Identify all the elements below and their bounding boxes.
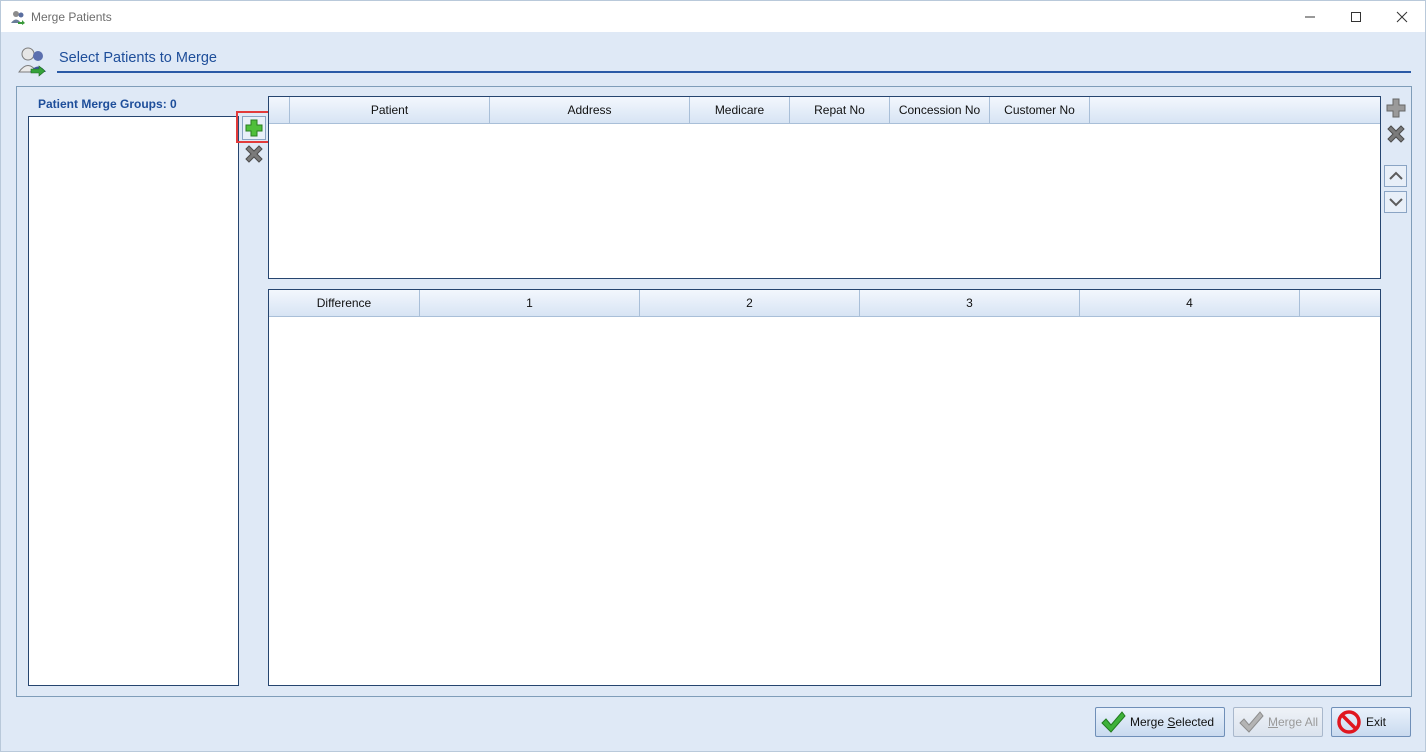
merge-selected-button[interactable]: Merge Selected [1095,707,1225,737]
delete-icon [1387,125,1405,143]
column-header-1[interactable]: 1 [420,290,640,316]
difference-table-header: Difference 1 2 3 4 [269,290,1380,317]
minimize-icon [1305,16,1315,17]
check-icon [1239,711,1264,733]
column-header-patient[interactable]: Patient [290,97,490,123]
column-header-repat-no[interactable]: Repat No [790,97,890,123]
merge-groups-label: Patient Merge Groups: 0 [38,97,177,111]
move-up-button[interactable] [1384,165,1407,187]
patients-table[interactable]: Patient Address Medicare Repat No Conces… [268,96,1381,279]
column-header-difference[interactable]: Difference [269,290,420,316]
merge-groups-list[interactable] [28,116,239,686]
add-patient-button[interactable] [1384,96,1408,120]
title-bar: Merge Patients [1,1,1425,32]
column-header-4[interactable]: 4 [1080,290,1300,316]
merge-all-label: Merge All [1268,715,1319,729]
patients-table-header: Patient Address Medicare Repat No Conces… [269,97,1380,124]
add-icon [245,119,263,137]
exit-button[interactable]: Exit [1331,707,1411,737]
column-header-select[interactable] [269,97,290,123]
maximize-icon [1351,11,1361,22]
merge-all-button[interactable]: Merge All [1233,707,1323,737]
header-divider [57,71,1411,73]
no-entry-icon [1337,710,1361,734]
move-up-icon [1388,171,1403,180]
exit-label: Exit [1366,715,1387,729]
close-button[interactable] [1379,1,1425,32]
minimize-button[interactable] [1287,1,1333,32]
move-down-icon [1388,198,1403,207]
merge-selected-label: Merge Selected [1130,715,1215,729]
merge-patients-window: Merge Patients Select Patients to Merge … [0,0,1426,752]
move-down-button[interactable] [1384,191,1407,213]
remove-patient-button[interactable] [1384,122,1408,146]
close-icon [1396,11,1408,22]
window-title: Merge Patients [31,10,112,24]
page-title: Select Patients to Merge [59,50,217,66]
delete-group-button[interactable] [242,142,266,166]
check-icon [1101,711,1126,733]
column-header-medicare[interactable]: Medicare [690,97,790,123]
patients-app-icon [11,11,25,25]
column-header-address[interactable]: Address [490,97,690,123]
maximize-button[interactable] [1333,1,1379,32]
column-header-2[interactable]: 2 [640,290,860,316]
difference-table[interactable]: Difference 1 2 3 4 [268,289,1381,686]
delete-icon [245,145,263,163]
column-header-3[interactable]: 3 [860,290,1080,316]
patients-icon [18,47,46,77]
add-group-button[interactable] [242,116,266,140]
column-header-customer-no[interactable]: Customer No [990,97,1090,123]
add-icon [1386,98,1406,118]
column-header-concession-no[interactable]: Concession No [890,97,990,123]
